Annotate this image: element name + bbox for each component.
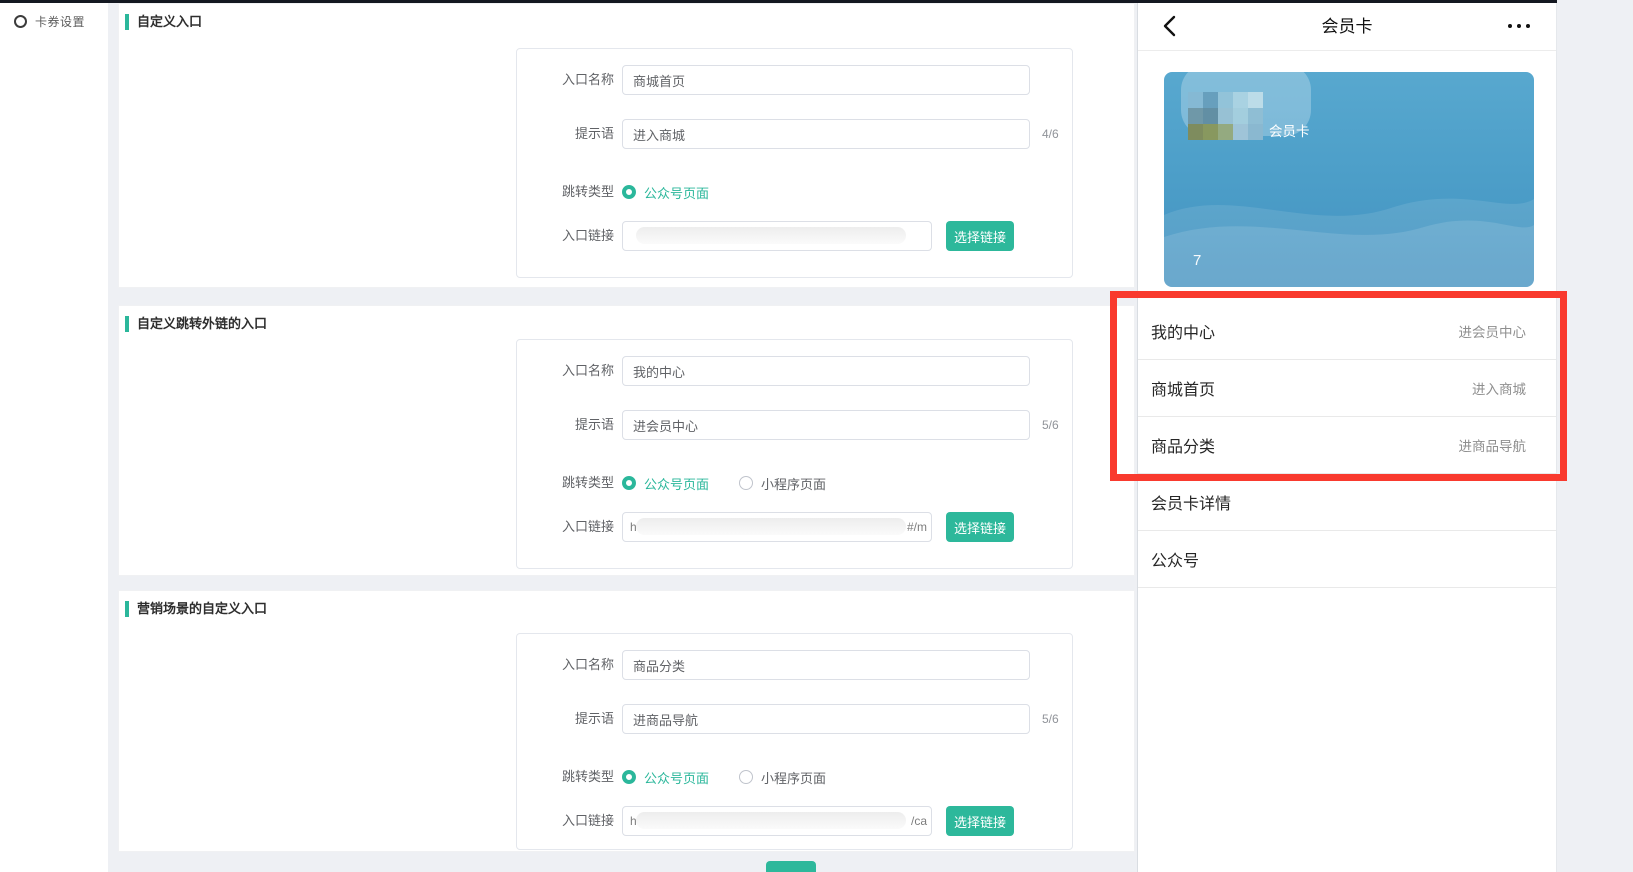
form-row-entry-link: 入口链接 h #/m 选择链接 xyxy=(517,512,1072,542)
preview-menu-item[interactable]: 商城首页 进入商城 xyxy=(1138,360,1556,417)
radio-unselected-icon[interactable] xyxy=(739,476,753,490)
preview-title: 会员卡 xyxy=(1138,3,1556,50)
char-counter: 4/6 xyxy=(1042,119,1059,149)
entry-name-input[interactable] xyxy=(622,356,1030,386)
left-sidebar: 卡券设置 xyxy=(0,3,108,872)
sidebar-item-label: 卡券设置 xyxy=(35,13,85,30)
radio-unselected-icon[interactable] xyxy=(739,770,753,784)
menu-item-label: 我的中心 xyxy=(1151,319,1215,343)
entry-name-label: 入口名称 xyxy=(517,356,614,386)
entry-link-label: 入口链接 xyxy=(517,512,614,542)
jump-type-label: 跳转类型 xyxy=(517,182,614,202)
mobile-preview-panel: 会员卡 会员卡 7 我的中心 xyxy=(1137,3,1557,872)
entry-link-field xyxy=(622,221,932,251)
radio-selected-icon[interactable] xyxy=(622,770,636,784)
card-title: 会员卡 xyxy=(1269,120,1310,140)
form-row-entry-name: 入口名称 xyxy=(517,650,1072,680)
jump-type-label: 跳转类型 xyxy=(517,767,614,787)
jump-type-radio-group: 公众号页面 xyxy=(622,182,709,202)
preview-menu-item[interactable]: 我的中心 进会员中心 xyxy=(1138,303,1556,360)
tip-label: 提示语 xyxy=(517,704,614,734)
entry-name-label: 入口名称 xyxy=(517,65,614,95)
form-row-entry-link: 入口链接 h /ca 选择链接 xyxy=(517,806,1072,836)
tip-input[interactable] xyxy=(622,119,1030,149)
jump-type-radio-group: 公众号页面 小程序页面 xyxy=(622,473,826,493)
jump-type-label: 跳转类型 xyxy=(517,473,614,493)
tip-label: 提示语 xyxy=(517,410,614,440)
form-row-entry-name: 入口名称 xyxy=(517,65,1072,95)
entry-link-input[interactable] xyxy=(622,221,932,251)
radio-selected-icon[interactable] xyxy=(622,185,636,199)
entry-name-label: 入口名称 xyxy=(517,650,614,680)
section-title: 自定义跳转外链的入口 xyxy=(137,314,267,334)
choose-link-button[interactable]: 选择链接 xyxy=(946,512,1014,542)
section-custom-entry: 自定义入口 入口名称 提示语 4/6 跳转类型 公众号页面 入口链接 xyxy=(118,3,1135,288)
tip-label: 提示语 xyxy=(517,119,614,149)
entry-link-field: h /ca xyxy=(622,806,932,836)
section-accent-bar xyxy=(125,601,129,617)
more-icon[interactable] xyxy=(1508,24,1530,28)
menu-item-tip: 进会员中心 xyxy=(1459,321,1527,341)
entry-name-input[interactable] xyxy=(622,65,1030,95)
form-row-entry-name: 入口名称 xyxy=(517,356,1072,386)
entry-name-input[interactable] xyxy=(622,650,1030,680)
form-row-entry-link: 入口链接 选择链接 xyxy=(517,221,1072,251)
char-counter: 5/6 xyxy=(1042,410,1059,440)
menu-item-tip: 进商品导航 xyxy=(1459,435,1527,455)
form-row-tip: 提示语 4/6 xyxy=(517,119,1072,149)
radio-circle-icon xyxy=(14,15,27,28)
section-title: 营销场景的自定义入口 xyxy=(137,599,267,619)
form-row-tip: 提示语 5/6 xyxy=(517,410,1072,440)
radio-option-label[interactable]: 小程序页面 xyxy=(761,474,826,493)
section-title: 自定义入口 xyxy=(137,12,202,32)
form-row-tip: 提示语 5/6 xyxy=(517,704,1072,734)
section-accent-bar xyxy=(125,14,129,30)
section-accent-bar xyxy=(125,316,129,332)
choose-link-button[interactable]: 选择链接 xyxy=(946,806,1014,836)
menu-item-label: 商品分类 xyxy=(1151,433,1215,457)
preview-menu: 我的中心 进会员中心 商城首页 进入商城 商品分类 进商品导航 会员卡详情 公众… xyxy=(1138,303,1556,588)
menu-item-label: 商城首页 xyxy=(1151,376,1215,400)
blurred-logo-mosaic xyxy=(1188,92,1263,140)
form-panel: 入口名称 提示语 5/6 跳转类型 公众号页面 小程序页面 入口链接 xyxy=(516,339,1073,569)
radio-selected-icon[interactable] xyxy=(622,476,636,490)
char-counter: 5/6 xyxy=(1042,704,1059,734)
preview-menu-item[interactable]: 会员卡详情 xyxy=(1138,474,1556,531)
entry-link-label: 入口链接 xyxy=(517,806,614,836)
form-panel: 入口名称 提示语 5/6 跳转类型 公众号页面 小程序页面 入口链接 xyxy=(516,633,1073,850)
card-wave-decoration xyxy=(1164,177,1534,287)
entry-link-label: 入口链接 xyxy=(517,221,614,251)
entry-link-input[interactable] xyxy=(622,512,932,542)
radio-option-label[interactable]: 公众号页面 xyxy=(644,768,709,787)
radio-option-label[interactable]: 小程序页面 xyxy=(761,768,826,787)
choose-link-button[interactable]: 选择链接 xyxy=(946,221,1014,251)
jump-type-radio-group: 公众号页面 小程序页面 xyxy=(622,767,826,787)
entry-link-field: h #/m xyxy=(622,512,932,542)
preview-header: 会员卡 xyxy=(1138,3,1556,51)
section-marketing-custom-entry: 营销场景的自定义入口 入口名称 提示语 5/6 跳转类型 公众号页面 小程序页面… xyxy=(118,590,1135,852)
form-row-jump-type: 跳转类型 公众号页面 小程序页面 xyxy=(517,473,1072,493)
radio-option-label[interactable]: 公众号页面 xyxy=(644,474,709,493)
menu-item-label: 公众号 xyxy=(1151,547,1199,571)
section-custom-external-link-entry: 自定义跳转外链的入口 入口名称 提示语 5/6 跳转类型 公众号页面 小程序页面… xyxy=(118,305,1135,576)
menu-item-tip: 进入商城 xyxy=(1472,378,1526,398)
form-row-jump-type: 跳转类型 公众号页面 xyxy=(517,182,1072,202)
form-panel: 入口名称 提示语 4/6 跳转类型 公众号页面 入口链接 选择链接 xyxy=(516,48,1073,278)
membership-card: 会员卡 7 xyxy=(1164,72,1534,287)
preview-menu-item[interactable]: 公众号 xyxy=(1138,531,1556,588)
tip-input[interactable] xyxy=(622,410,1030,440)
save-button-partial[interactable] xyxy=(766,861,816,872)
entry-link-input[interactable] xyxy=(622,806,932,836)
preview-menu-item[interactable]: 商品分类 进商品导航 xyxy=(1138,417,1556,474)
radio-option-label[interactable]: 公众号页面 xyxy=(644,183,709,202)
form-row-jump-type: 跳转类型 公众号页面 小程序页面 xyxy=(517,767,1072,787)
tip-input[interactable] xyxy=(622,704,1030,734)
sidebar-item-card-settings[interactable]: 卡券设置 xyxy=(14,13,85,30)
menu-item-label: 会员卡详情 xyxy=(1151,490,1231,514)
